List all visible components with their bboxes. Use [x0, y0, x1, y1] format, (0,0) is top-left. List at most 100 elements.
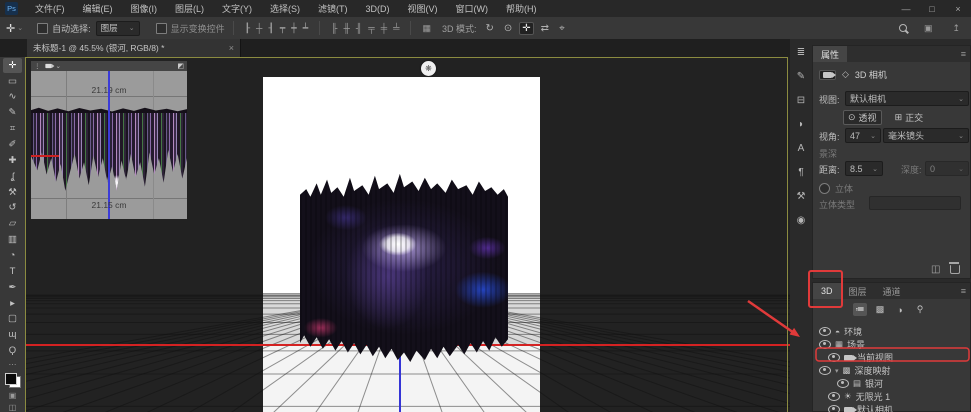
rectangle-tool[interactable]: ▢ [3, 311, 22, 326]
align-0-icon[interactable]: ┠ [245, 23, 250, 34]
menu-3d[interactable]: 3D(D) [357, 0, 399, 17]
orthographic-button[interactable]: ⊞ 正交 [890, 110, 929, 125]
gradient-tool[interactable]: ▥ [3, 232, 22, 247]
secondary-3d-view[interactable]: ⋮ ⌄ ◩ 21.19 cm 21.15 cm [30, 60, 188, 220]
lasso-tool[interactable]: ∿ [3, 89, 22, 104]
list-item-default-camera[interactable]: 默认相机 [815, 403, 971, 412]
align-3-icon[interactable]: ┯ [280, 23, 285, 34]
tab-layers[interactable]: 图层 [841, 283, 875, 299]
distribute-3-icon[interactable]: ╤ [368, 23, 374, 33]
zoom-tool[interactable]: Ϙ [3, 343, 22, 358]
eyedropper-tool[interactable]: ✐ [3, 137, 22, 152]
quick-selection-tool[interactable]: ✎ [3, 105, 22, 120]
list-item-scene[interactable]: ▦场景 [815, 338, 971, 351]
menu-filter[interactable]: 滤镜(T) [309, 0, 357, 17]
restore-button[interactable]: □ [919, 0, 945, 17]
visibility-eye-icon[interactable] [819, 340, 831, 349]
toolbar-ellipsis-icon[interactable]: ⋯ [9, 360, 17, 369]
foreground-color-swatch[interactable] [5, 373, 17, 385]
list-item-galaxy-texture[interactable]: ▤银河 [815, 377, 971, 390]
panel-menu-icon[interactable]: ≡ [961, 49, 966, 59]
close-button[interactable]: × [945, 0, 971, 17]
panel-options-icon[interactable]: ◫ [931, 264, 940, 275]
timeline-panel-icon[interactable]: ◉ [797, 215, 806, 226]
minimize-button[interactable]: — [893, 0, 919, 17]
list-item-depth-map-mesh[interactable]: ▾▩深度映射 [815, 364, 971, 377]
share-icon[interactable]: ↥ [952, 23, 960, 34]
history-brush-tool[interactable]: ↺ [3, 200, 22, 215]
filter-lights-icon[interactable]: ⚲ [913, 303, 927, 316]
paragraph-panel-icon[interactable]: ¶ [798, 167, 803, 178]
swap-view-icon[interactable]: ◩ [177, 62, 184, 70]
distribute-1-icon[interactable]: ╫ [344, 23, 350, 33]
filter-materials-icon[interactable]: ◑ [893, 303, 907, 316]
3d-mode-pan-icon[interactable]: ✛ [519, 22, 533, 35]
blur-tool[interactable]: ◔ [3, 248, 22, 263]
eraser-tool[interactable]: ▱ [3, 216, 22, 231]
menu-image[interactable]: 图像(I) [122, 0, 167, 17]
hand-tool[interactable]: ɰ [3, 327, 22, 342]
clone-stamp-tool[interactable]: ⚒ [3, 184, 22, 199]
list-item-current-view[interactable]: 当前视图 [815, 351, 971, 364]
color-swatches[interactable] [5, 373, 21, 388]
healing-brush-tool[interactable]: ✚ [3, 153, 22, 168]
adjustments-panel-icon[interactable]: ≣ [797, 47, 805, 58]
visibility-eye-icon[interactable] [819, 327, 831, 336]
auto-align-icon[interactable]: ▦ [422, 23, 431, 34]
align-5-icon[interactable]: ┷ [303, 23, 308, 34]
type-tool[interactable]: T [3, 264, 22, 279]
visibility-eye-icon[interactable] [828, 353, 840, 362]
tab-channels[interactable]: 通道 [875, 283, 909, 299]
menu-select[interactable]: 选择(S) [261, 0, 309, 17]
distribute-5-icon[interactable]: ╧ [393, 23, 399, 33]
disclosure-triangle-icon[interactable]: ▾ [835, 367, 839, 375]
path-selection-tool[interactable]: ▸ [3, 295, 22, 310]
menu-type[interactable]: 文字(Y) [213, 0, 261, 17]
list-item-environment[interactable]: ◓环境 [815, 325, 971, 338]
list-item-infinite-light-1[interactable]: ☀无限光 1 [815, 390, 971, 403]
clone-source-panel-icon[interactable]: ◗ [798, 119, 804, 130]
tool-preset-caret-icon[interactable]: ⌄ [17, 24, 23, 32]
align-2-icon[interactable]: ┨ [268, 23, 273, 34]
secondary-view-menu-icon[interactable]: ⋮ [34, 62, 41, 70]
depth-value-box[interactable]: 0 ⌄ [925, 161, 969, 176]
stereo-checkbox[interactable] [819, 183, 830, 194]
tab-close-icon[interactable]: × [229, 43, 234, 53]
distribute-0-icon[interactable]: ╟ [331, 23, 337, 33]
3d-mode-orbit-icon[interactable]: ↻ [483, 22, 497, 35]
menu-view[interactable]: 视图(V) [399, 0, 447, 17]
visibility-eye-icon[interactable] [828, 392, 840, 401]
fov-value-box[interactable]: 47 ⌄ [845, 128, 881, 143]
visibility-eye-icon[interactable] [828, 405, 840, 412]
marquee-tool[interactable]: ▭ [3, 73, 22, 88]
distribute-4-icon[interactable]: ╪ [381, 23, 387, 33]
move-tool[interactable]: ✛ [3, 58, 22, 73]
brush-tool[interactable]: ʆ [3, 169, 22, 184]
auto-select-dropdown[interactable]: 图层 ⌄ [96, 21, 140, 36]
3d-camera-widget-icon[interactable]: ❋ [421, 61, 436, 76]
align-4-icon[interactable]: ┿ [291, 23, 296, 34]
tab-3d[interactable]: 3D [813, 283, 841, 299]
3d-mode-roll-icon[interactable]: ⊙ [501, 22, 515, 35]
filter-meshes-icon[interactable]: ▩ [873, 303, 887, 316]
camera-type-icon[interactable] [819, 70, 836, 80]
screen-mode-icon[interactable]: ◫ [9, 403, 17, 412]
menu-window[interactable]: 窗口(W) [447, 0, 498, 17]
chevron-down-icon[interactable]: ⌄ [56, 62, 61, 70]
menu-file[interactable]: 文件(F) [26, 0, 74, 17]
3d-mode-dolly-icon[interactable]: ⌖ [556, 22, 568, 35]
menu-help[interactable]: 帮助(H) [497, 0, 546, 17]
align-1-icon[interactable]: ┼ [256, 23, 262, 34]
canvas-viewport[interactable]: ❋ ⋮ ⌄ ◩ 21.19 cm 21.15 cm [25, 57, 790, 412]
distance-value-box[interactable]: 8.5 ⌄ [845, 161, 883, 176]
perspective-button[interactable]: ⊙ 透视 [843, 110, 882, 125]
tool-presets-panel-icon[interactable]: ⚒ [797, 191, 806, 202]
document-tab[interactable]: 未标题-1 @ 45.5% (银河, RGB/8) * × [27, 39, 241, 57]
libraries-panel-icon[interactable]: ⊟ [797, 95, 805, 106]
visibility-eye-icon[interactable] [819, 366, 831, 375]
panel-menu-icon[interactable]: ≡ [961, 286, 966, 296]
workspace-icon[interactable]: ▣ [924, 23, 933, 34]
auto-select-checkbox[interactable] [37, 23, 48, 34]
3d-mode-slide-icon[interactable]: ⇄ [538, 22, 552, 35]
distribute-2-icon[interactable]: ╢ [356, 23, 362, 33]
